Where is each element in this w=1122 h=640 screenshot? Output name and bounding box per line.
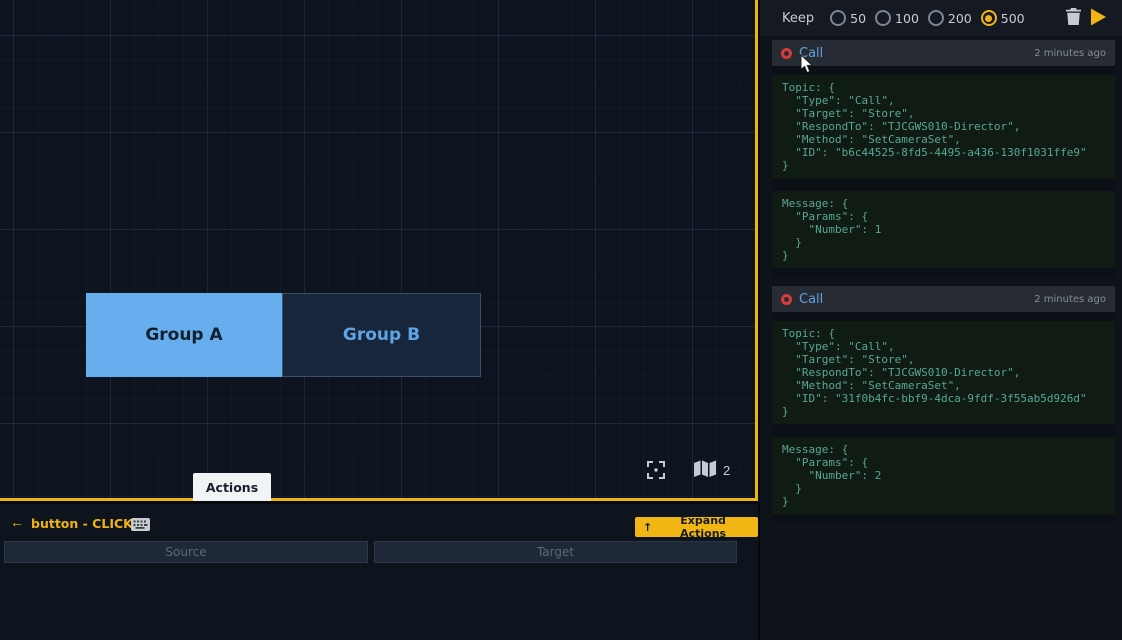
radio-icon (928, 10, 944, 26)
expand-arrow-icon: ↑ (643, 521, 652, 534)
keyboard-icon (131, 516, 150, 535)
source-input[interactable] (4, 541, 368, 563)
play-icon (1089, 7, 1108, 30)
topic-code: Topic: { "Type": "Call", "Target": "Stor… (772, 75, 1115, 178)
message-log-panel: Keep 50 100 200 500 (760, 0, 1122, 640)
call-status-icon (781, 294, 792, 305)
actions-panel-header: ← button - CLICK ↑ Expand Actions (0, 512, 758, 536)
keep-option-100[interactable]: 100 (875, 10, 919, 26)
fit-view-icon (645, 459, 667, 484)
message-list: Call 2 minutes ago Topic: { "Type": "Cal… (760, 36, 1122, 524)
message-title: Call (799, 46, 823, 61)
message-title: Call (799, 292, 823, 307)
minimap-count: 2 (723, 463, 730, 478)
run-button[interactable] (1085, 3, 1112, 34)
keep-option-200-label: 200 (948, 11, 972, 26)
minimap-button[interactable]: 2 (694, 460, 730, 481)
message-card-body: Topic: { "Type": "Call", "Target": "Stor… (772, 312, 1115, 524)
group-b-node[interactable]: Group B (282, 293, 481, 377)
back-button[interactable]: ← (10, 514, 24, 530)
radio-icon (830, 10, 846, 26)
message-card: Call 2 minutes ago Topic: { "Type": "Cal… (772, 286, 1115, 524)
keep-option-500[interactable]: 500 (981, 10, 1025, 26)
message-card-body: Topic: { "Type": "Call", "Target": "Stor… (772, 66, 1115, 278)
call-status-icon (781, 48, 792, 59)
actions-panel: ← button - CLICK ↑ Expand Actions (0, 504, 758, 640)
keep-option-100-label: 100 (895, 11, 919, 26)
actions-tab[interactable]: Actions (193, 473, 271, 501)
keep-option-200[interactable]: 200 (928, 10, 972, 26)
message-card: Call 2 minutes ago Topic: { "Type": "Cal… (772, 40, 1115, 278)
map-icon (694, 460, 716, 481)
app: Group A Group B Actions 2 (0, 0, 1122, 640)
radio-icon (875, 10, 891, 26)
message-card-header[interactable]: Call 2 minutes ago (772, 40, 1115, 66)
group-a-node[interactable]: Group A (86, 293, 282, 377)
topic-code: Topic: { "Type": "Call", "Target": "Stor… (772, 321, 1115, 424)
expand-actions-label: Expand Actions (656, 514, 750, 540)
keep-bar: Keep 50 100 200 500 (760, 0, 1122, 36)
expand-actions-button[interactable]: ↑ Expand Actions (635, 517, 758, 537)
trash-icon (1066, 8, 1081, 28)
message-code: Message: { "Params": { "Number": 2 } } (772, 437, 1115, 514)
keep-label: Keep (782, 11, 814, 26)
message-timestamp: 2 minutes ago (1034, 294, 1106, 305)
keep-option-50[interactable]: 50 (830, 10, 866, 26)
message-card-header[interactable]: Call 2 minutes ago (772, 286, 1115, 312)
fit-view-button[interactable] (645, 459, 667, 484)
clear-messages-button[interactable] (1062, 4, 1085, 32)
group-a-label: Group A (145, 325, 222, 345)
radio-icon (981, 10, 997, 26)
message-code: Message: { "Params": { "Number": 1 } } (772, 191, 1115, 268)
flow-canvas[interactable]: Group A Group B Actions 2 (0, 0, 758, 501)
message-timestamp: 2 minutes ago (1034, 48, 1106, 59)
keep-option-500-label: 500 (1001, 11, 1025, 26)
action-title: button - CLICK (31, 516, 133, 531)
actions-tab-label: Actions (206, 480, 258, 495)
keep-option-50-label: 50 (850, 11, 866, 26)
group-b-label: Group B (343, 325, 420, 345)
target-input[interactable] (374, 541, 737, 563)
